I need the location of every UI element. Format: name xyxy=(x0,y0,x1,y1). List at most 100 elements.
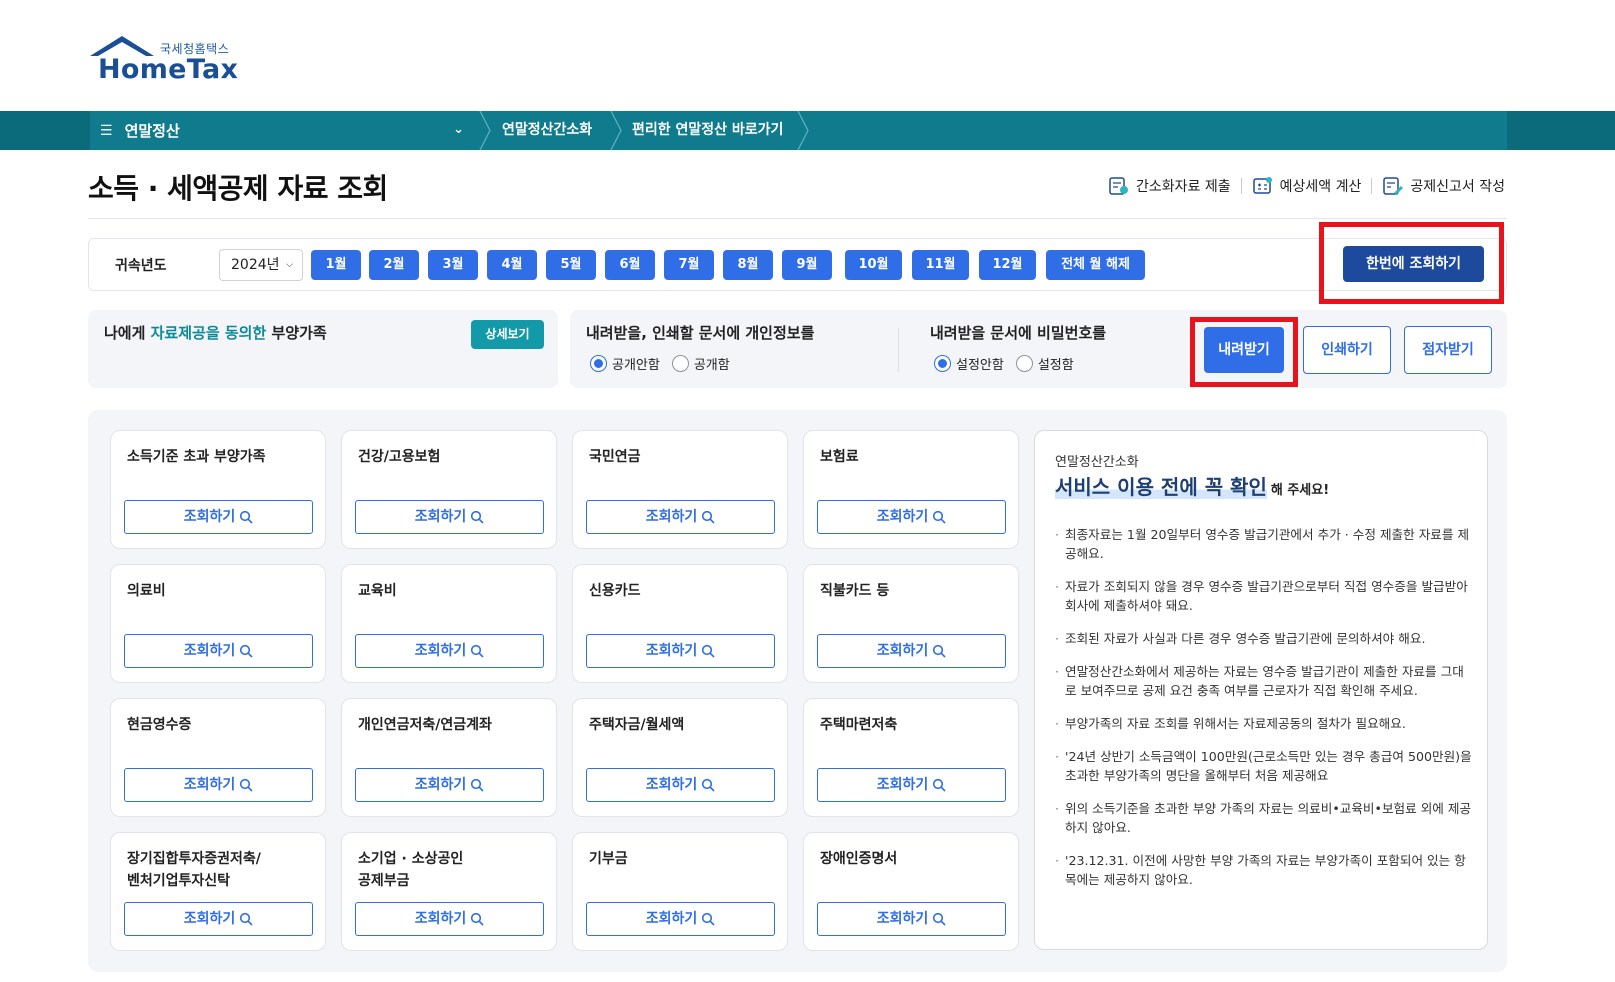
clear-all-months-button[interactable]: 전체 월 해제 xyxy=(1046,250,1145,280)
year-select[interactable]: 2024년 ⌵ xyxy=(219,249,303,281)
year-label: 귀속년도 xyxy=(115,258,167,274)
query-button[interactable]: 조회하기 xyxy=(586,768,775,802)
month-button-7[interactable]: 7월 xyxy=(664,250,714,280)
query-button[interactable]: 조회하기 xyxy=(817,768,1006,802)
nav-menu-dropdown[interactable]: ☰ 연말정산 ⌄ xyxy=(100,111,478,150)
category-card: 신용카드 조회하기 xyxy=(572,564,788,683)
query-button[interactable]: 조회하기 xyxy=(124,768,313,802)
query-button[interactable]: 조회하기 xyxy=(355,500,544,534)
category-card: 보험료 조회하기 xyxy=(803,430,1019,549)
month-button-3[interactable]: 3월 xyxy=(428,250,478,280)
query-button[interactable]: 조회하기 xyxy=(124,634,313,668)
query-button[interactable]: 조회하기 xyxy=(817,634,1006,668)
category-card: 주택마련저축조회하기 xyxy=(803,698,1019,817)
query-button[interactable]: 조회하기 xyxy=(124,902,313,936)
breadcrumb-separator-icon xyxy=(797,111,809,150)
password-radio-group: 설정안함 설정함 xyxy=(934,354,1086,373)
braille-button[interactable]: 점자받기 xyxy=(1404,326,1492,374)
query-button[interactable]: 조회하기 xyxy=(124,500,313,534)
category-title: 주택자금/월세액 xyxy=(589,717,685,733)
logo-wordmark: HomeTax xyxy=(98,54,239,85)
month-button-4[interactable]: 4월 xyxy=(487,250,537,280)
month-button-6[interactable]: 6월 xyxy=(605,250,655,280)
category-title: 국민연금 xyxy=(589,449,641,465)
search-icon xyxy=(471,778,484,792)
radio-set-password[interactable] xyxy=(1015,355,1033,372)
radio-no-password[interactable] xyxy=(934,355,951,372)
month-button-11[interactable]: 11월 xyxy=(912,250,969,280)
quick-link-label: 공제신고서 작성 xyxy=(1410,179,1505,195)
query-button[interactable]: 조회하기 xyxy=(586,902,775,936)
nav-item-shortcut[interactable]: 편리한 연말정산 바로가기 xyxy=(632,111,783,150)
month-button-12[interactable]: 12월 xyxy=(979,250,1036,280)
query-button[interactable]: 조회하기 xyxy=(355,634,544,668)
month-button-5[interactable]: 5월 xyxy=(546,250,596,280)
quick-link-deduction-form[interactable]: 공제신고서 작성 xyxy=(1382,176,1505,196)
notice-item: 조회된 자료가 사실과 다른 경우 영수증 발급기관에 문의하셔야 해요. xyxy=(1055,629,1473,648)
year-month-filter-bar: 귀속년도 2024년 ⌵ 1월 2월 3월 4월 5월 6월 7월 8월 9월 … xyxy=(88,238,1507,291)
quick-link-label: 간소화자료 제출 xyxy=(1136,179,1231,195)
password-option-title: 내려받을 문서에 비밀번호를 xyxy=(930,324,1107,342)
query-button[interactable]: 조회하기 xyxy=(817,500,1006,534)
month-button-2[interactable]: 2월 xyxy=(369,250,419,280)
category-title: 장기집합투자증권저축/ 벤처기업투자신탁 xyxy=(127,851,261,889)
dependents-consent-panel: 나에게 자료제공을 동의한 부양가족 상세보기 xyxy=(88,310,558,388)
quick-link-submit[interactable]: 간소화자료 제출 xyxy=(1108,176,1231,196)
category-title: 개인연금저축/연금계좌 xyxy=(358,717,492,733)
search-icon xyxy=(702,778,715,792)
top-navbar: ☰ 연말정산 ⌄ 연말정산간소화 편리한 연말정산 바로가기 xyxy=(0,111,1615,150)
hamburger-icon: ☰ xyxy=(100,122,113,139)
search-icon xyxy=(933,644,946,658)
query-button[interactable]: 조회하기 xyxy=(586,634,775,668)
hometax-logo[interactable]: 국세청홈택스 HomeTax xyxy=(88,34,248,85)
page-title: 소득 · 세액공제 자료 조회 xyxy=(88,172,388,205)
query-button[interactable]: 조회하기 xyxy=(817,902,1006,936)
notice-item: 최종자료는 1월 20일부터 영수증 발급기관에서 추가 · 수정 제출한 자료… xyxy=(1055,525,1473,563)
breadcrumb-separator-icon xyxy=(479,111,491,150)
download-button[interactable]: 내려받기 xyxy=(1204,327,1284,373)
notice-item: 자료가 조회되지 않을 경우 영수증 발급기관으로부터 직접 영수증을 발급받아… xyxy=(1055,577,1473,615)
category-card: 주택자금/월세액조회하기 xyxy=(572,698,788,817)
search-icon xyxy=(702,644,715,658)
month-button-1[interactable]: 1월 xyxy=(311,250,361,280)
notice-item: 위의 소득기준을 초과한 부양 가족의 자료는 의료비•교육비•보험료 외에 제… xyxy=(1055,799,1473,837)
category-card: 소득기준 초과 부양가족 조회하기 xyxy=(110,430,326,549)
search-icon xyxy=(471,644,484,658)
category-card: 개인연금저축/연금계좌조회하기 xyxy=(341,698,557,817)
quick-link-label: 예상세액 계산 xyxy=(1279,179,1362,195)
month-button-8[interactable]: 8월 xyxy=(723,250,773,280)
category-title: 소기업 · 소상공인 공제부금 xyxy=(358,851,464,889)
category-card: 장애인증명서조회하기 xyxy=(803,832,1019,951)
print-button[interactable]: 인쇄하기 xyxy=(1303,326,1391,374)
nav-item-simplified[interactable]: 연말정산간소화 xyxy=(502,111,592,150)
category-title: 주택마련저축 xyxy=(820,717,898,733)
detail-view-button[interactable]: 상세보기 xyxy=(471,320,544,349)
category-title: 현금영수증 xyxy=(127,717,192,733)
document-edit-icon xyxy=(1383,177,1404,195)
notice-item: 연말정산간소화에서 제공하는 자료는 영수증 발급기관이 제출한 자료를 그대로… xyxy=(1055,662,1473,700)
search-icon xyxy=(240,912,253,926)
month-button-9[interactable]: 9월 xyxy=(782,250,832,280)
category-title: 교육비 xyxy=(358,583,397,599)
radio-public[interactable] xyxy=(671,355,689,372)
quick-links: 간소화자료 제출 예상세액 계산 공제신고서 작성 xyxy=(1108,176,1505,196)
notice-list: 최종자료는 1월 20일부터 영수증 발급기관에서 추가 · 수정 제출한 자료… xyxy=(1055,525,1473,903)
query-all-button[interactable]: 한번에 조회하기 xyxy=(1343,246,1484,282)
search-icon xyxy=(240,510,253,524)
search-icon xyxy=(933,912,946,926)
month-button-10[interactable]: 10월 xyxy=(845,250,902,280)
chevron-down-icon: ⌄ xyxy=(453,122,464,137)
search-icon xyxy=(702,510,715,524)
category-card: 소기업 · 소상공인 공제부금조회하기 xyxy=(341,832,557,951)
query-button[interactable]: 조회하기 xyxy=(355,902,544,936)
query-button[interactable]: 조회하기 xyxy=(355,768,544,802)
category-card: 장기집합투자증권저축/ 벤처기업투자신탁조회하기 xyxy=(110,832,326,951)
query-button[interactable]: 조회하기 xyxy=(586,500,775,534)
notice-item: '23.12.31. 이전에 사망한 부양 가족의 자료는 부양가족이 포함되어… xyxy=(1055,851,1473,889)
calculator-icon xyxy=(1252,177,1272,194)
category-title: 장애인증명서 xyxy=(820,851,898,867)
quick-link-estimate[interactable]: 예상세액 계산 xyxy=(1252,176,1362,196)
radio-private[interactable] xyxy=(590,355,607,372)
search-icon xyxy=(240,644,253,658)
search-icon xyxy=(702,912,715,926)
